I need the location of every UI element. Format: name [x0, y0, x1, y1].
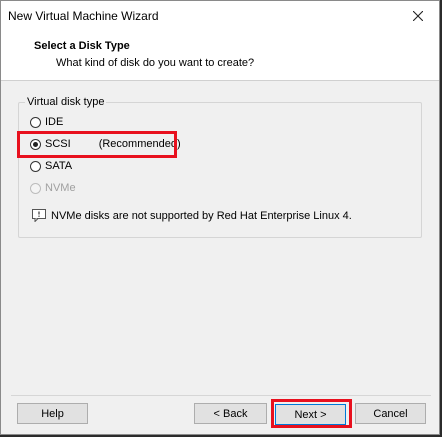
nvme-info: NVMe disks are not supported by Red Hat …: [32, 209, 352, 222]
radio-nvme-label: NVMe: [45, 182, 76, 194]
radio-sata-label: SATA: [45, 160, 73, 172]
window-title: New Virtual Machine Wizard: [8, 9, 159, 23]
wizard-header: Select a Disk Type What kind of disk do …: [1, 32, 439, 81]
back-button[interactable]: < Back: [194, 403, 267, 424]
radio-ide-button[interactable]: [30, 116, 41, 128]
help-button[interactable]: Help: [17, 403, 88, 424]
cancel-button[interactable]: Cancel: [355, 403, 426, 424]
nvme-info-text: NVMe disks are not supported by Red Hat …: [51, 209, 352, 222]
radio-ide[interactable]: IDE: [30, 114, 63, 130]
scsi-highlight-box: [17, 131, 177, 158]
disk-type-group-label: Virtual disk type: [25, 96, 107, 108]
radio-nvme-button: [30, 182, 41, 194]
next-highlight-box: [271, 399, 352, 428]
close-icon: [413, 11, 423, 21]
radio-ide-label: IDE: [45, 116, 64, 128]
wizard-window: New Virtual Machine Wizard Select a Disk…: [0, 0, 440, 435]
radio-sata-button[interactable]: [30, 160, 41, 172]
page-title: Select a Disk Type: [34, 40, 130, 52]
radio-nvme: NVMe: [30, 180, 76, 196]
radio-sata[interactable]: SATA: [30, 158, 72, 174]
close-button[interactable]: [405, 4, 431, 28]
page-subtitle: What kind of disk do you want to create?: [56, 57, 255, 69]
title-bar: New Virtual Machine Wizard: [1, 1, 439, 32]
footer-divider: [11, 395, 431, 396]
info-message-icon: [32, 209, 46, 222]
